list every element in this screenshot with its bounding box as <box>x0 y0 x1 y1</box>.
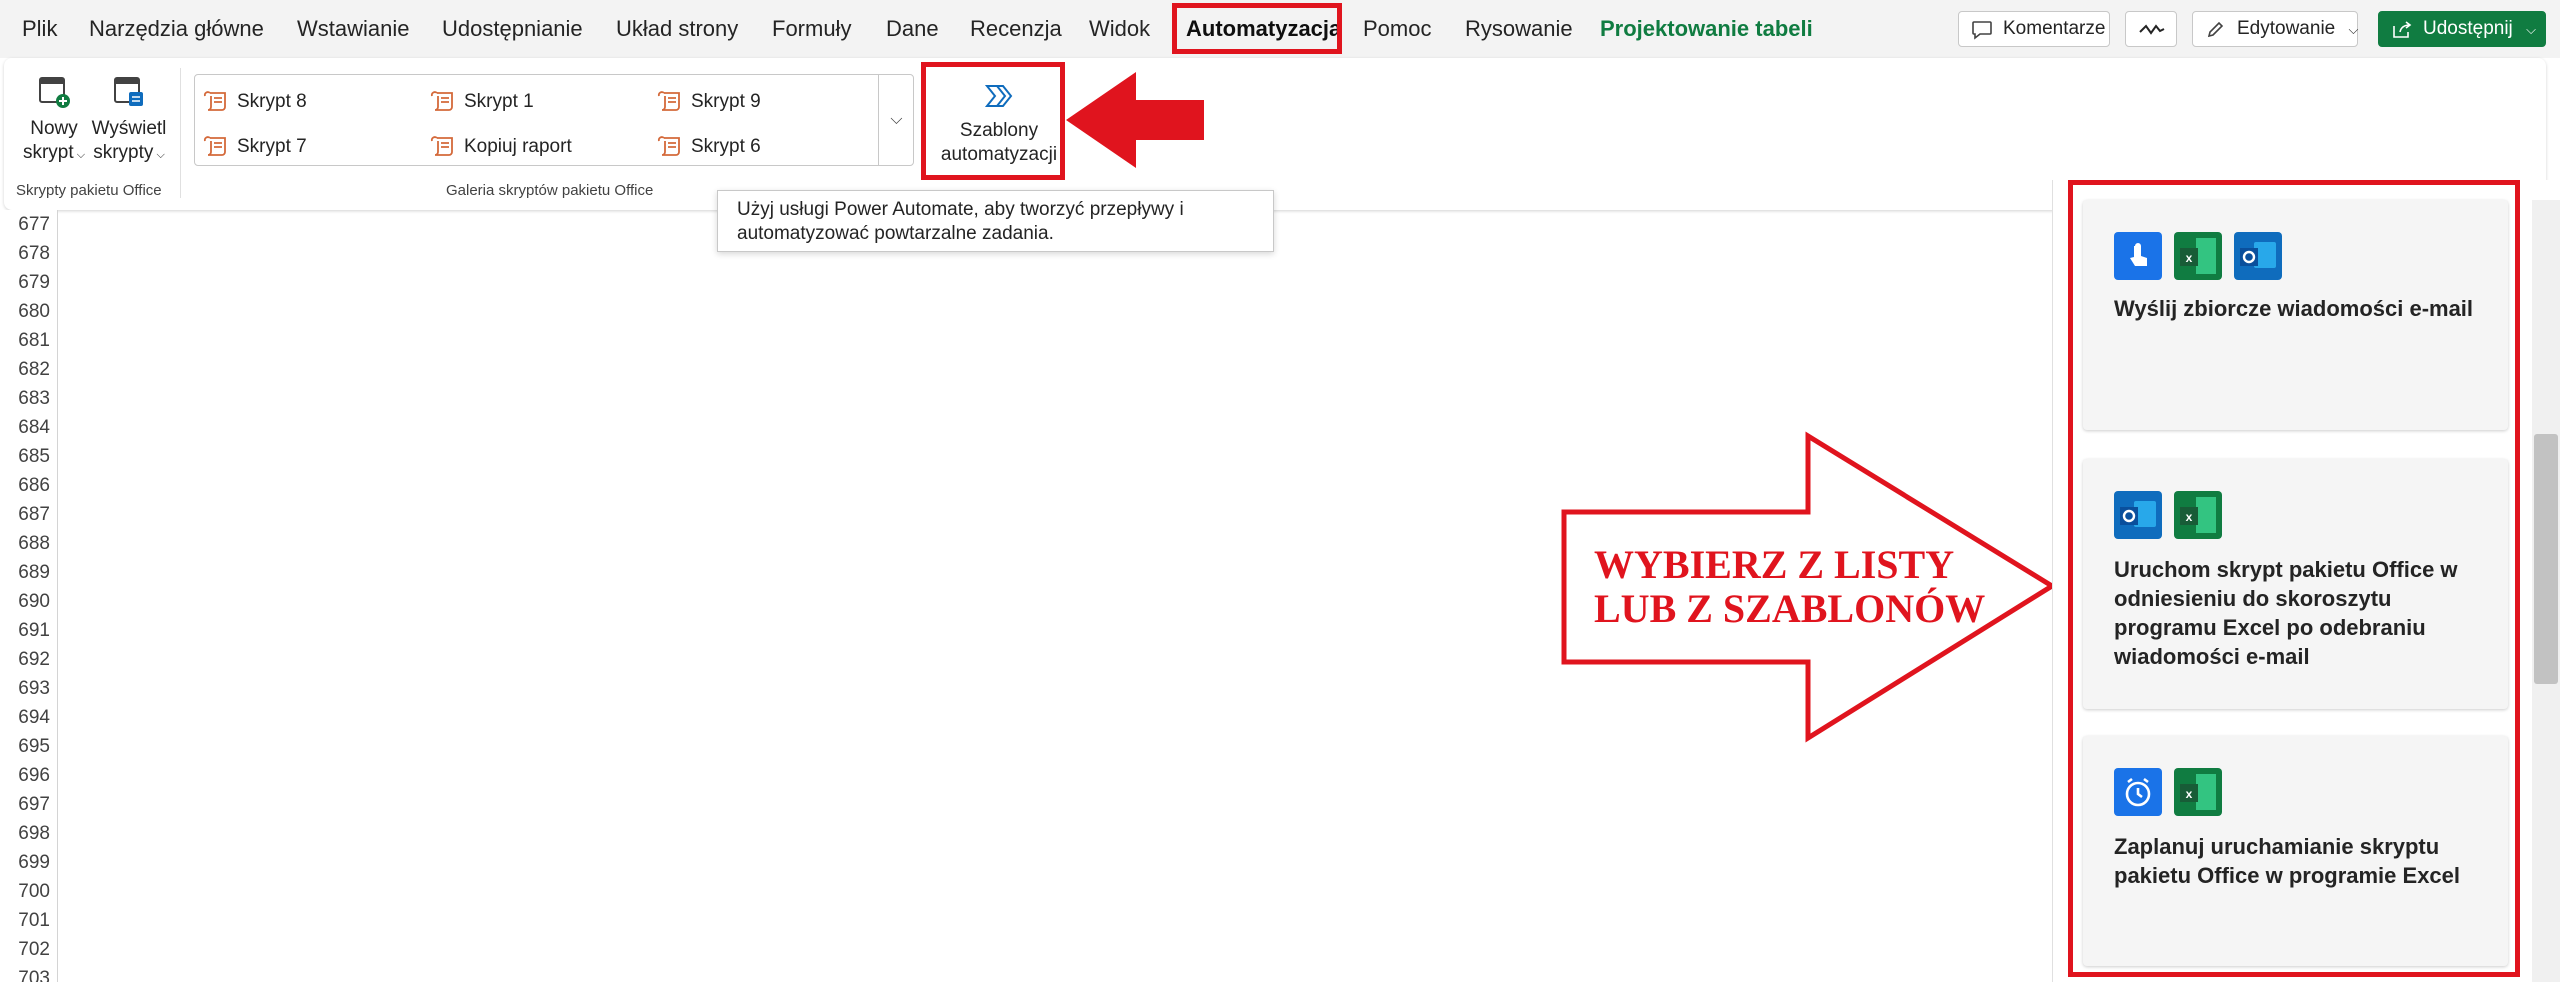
annotation-line-1: WYBIERZ Z LISTY <box>1594 542 1955 587</box>
panel-highlight <box>2068 180 2520 977</box>
annotation-line-2: LUB Z SZABLONÓW <box>1594 586 1986 631</box>
annotation-text: WYBIERZ Z LISTY LUB Z SZABLONÓW <box>1594 543 1985 631</box>
excel-window: Plik Narzędzia główne Wstawianie Udostęp… <box>0 0 2560 982</box>
panel-scrollbar-thumb[interactable] <box>2534 434 2558 684</box>
